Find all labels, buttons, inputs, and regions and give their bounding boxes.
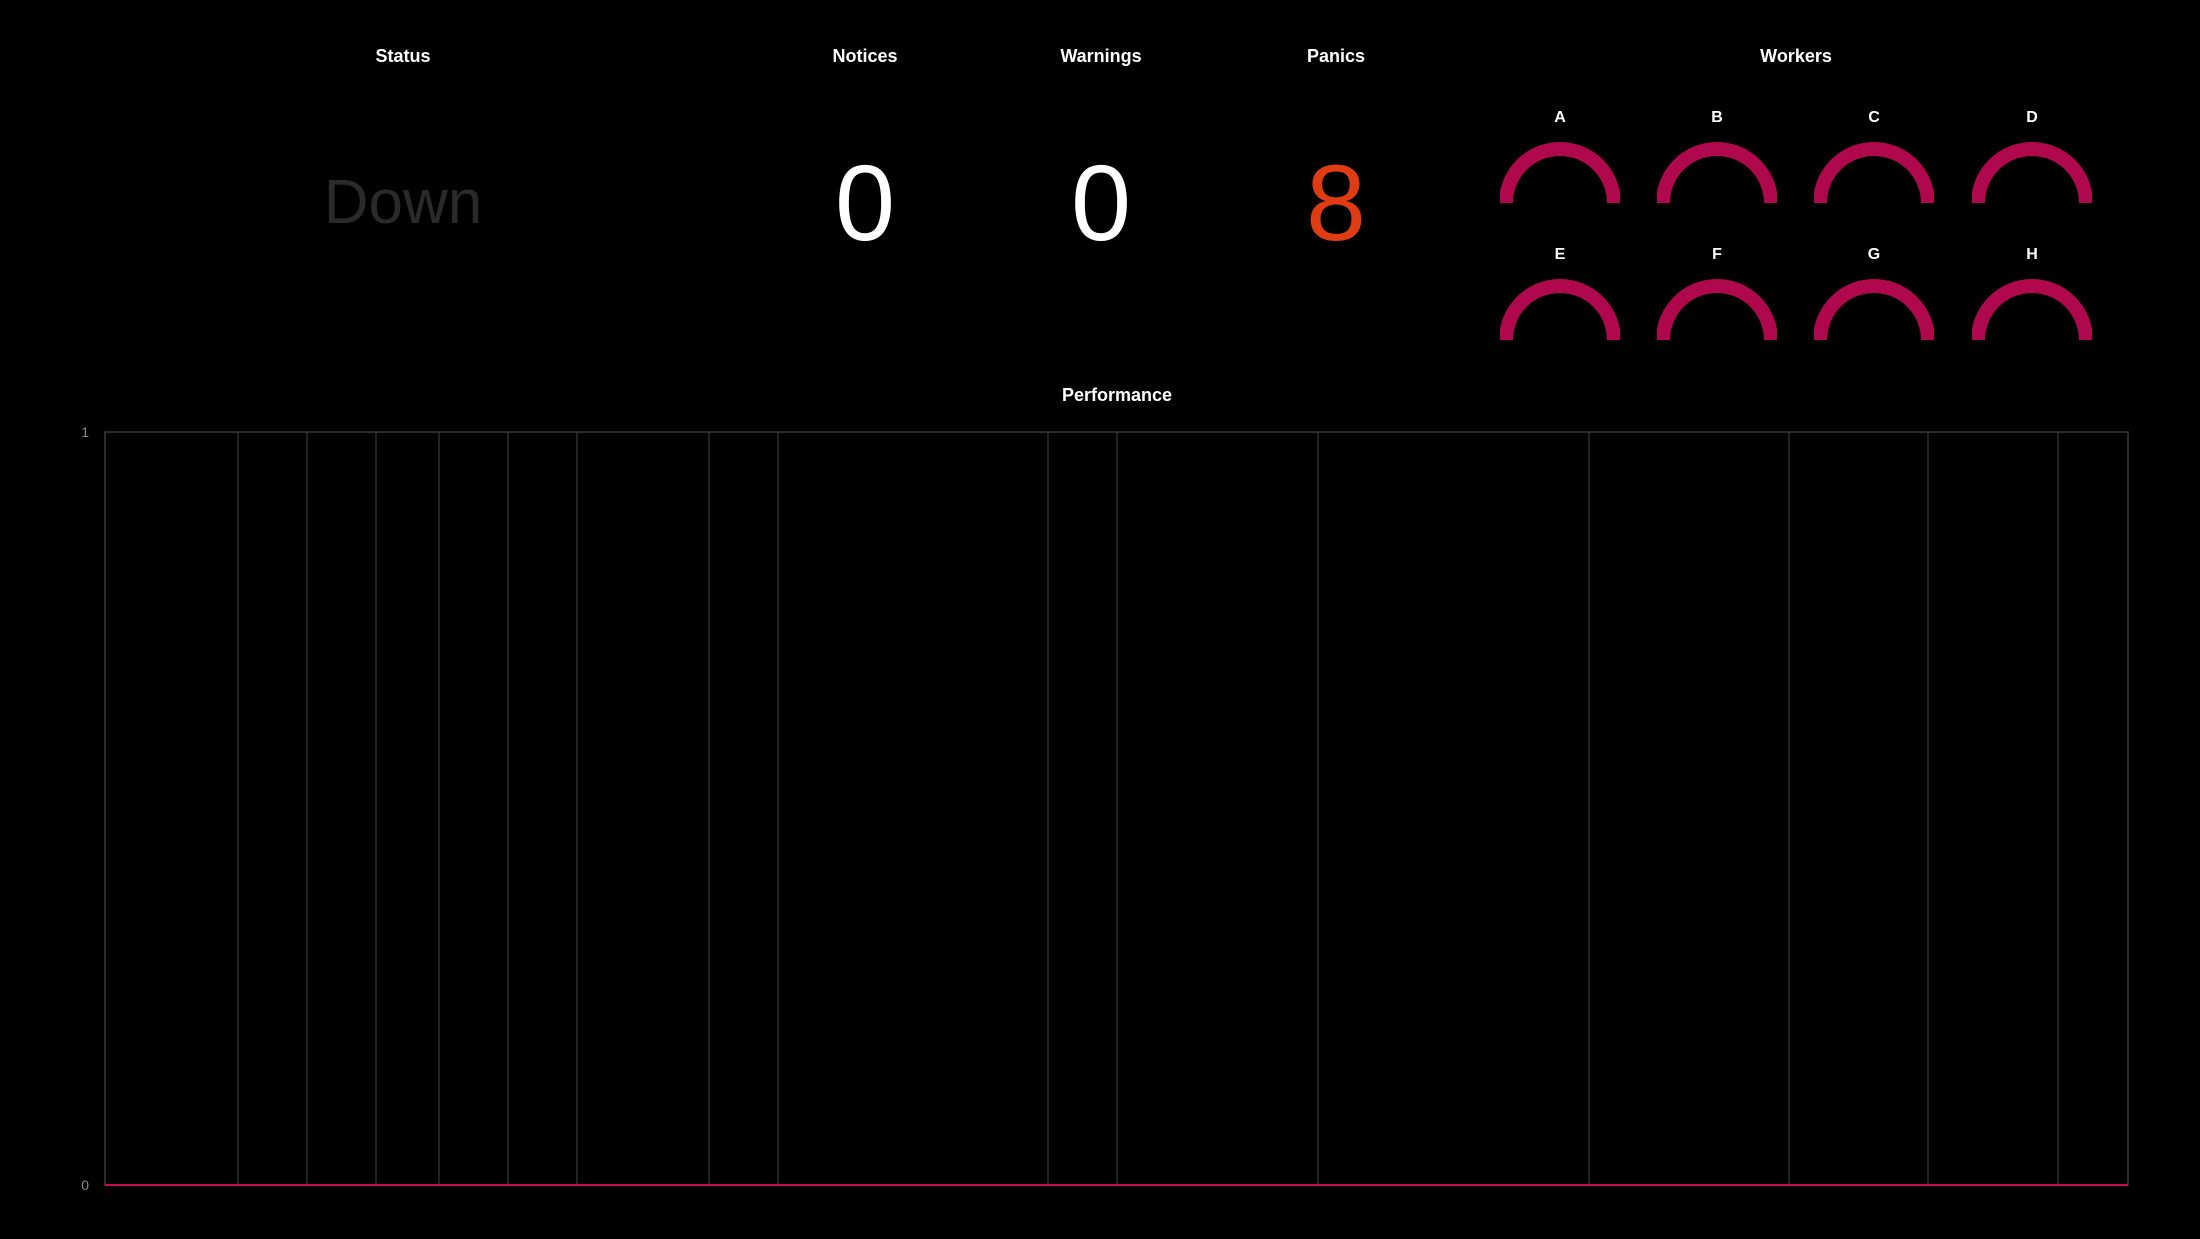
performance-chart: 1 0 bbox=[81, 424, 2129, 1193]
y-tick-label: 1 bbox=[81, 424, 89, 440]
dashboard: Status Down Notices 0 Warnings 0 Panics … bbox=[0, 0, 2200, 1239]
chart-grid bbox=[237, 432, 2059, 1185]
y-tick-label: 0 bbox=[81, 1177, 89, 1193]
